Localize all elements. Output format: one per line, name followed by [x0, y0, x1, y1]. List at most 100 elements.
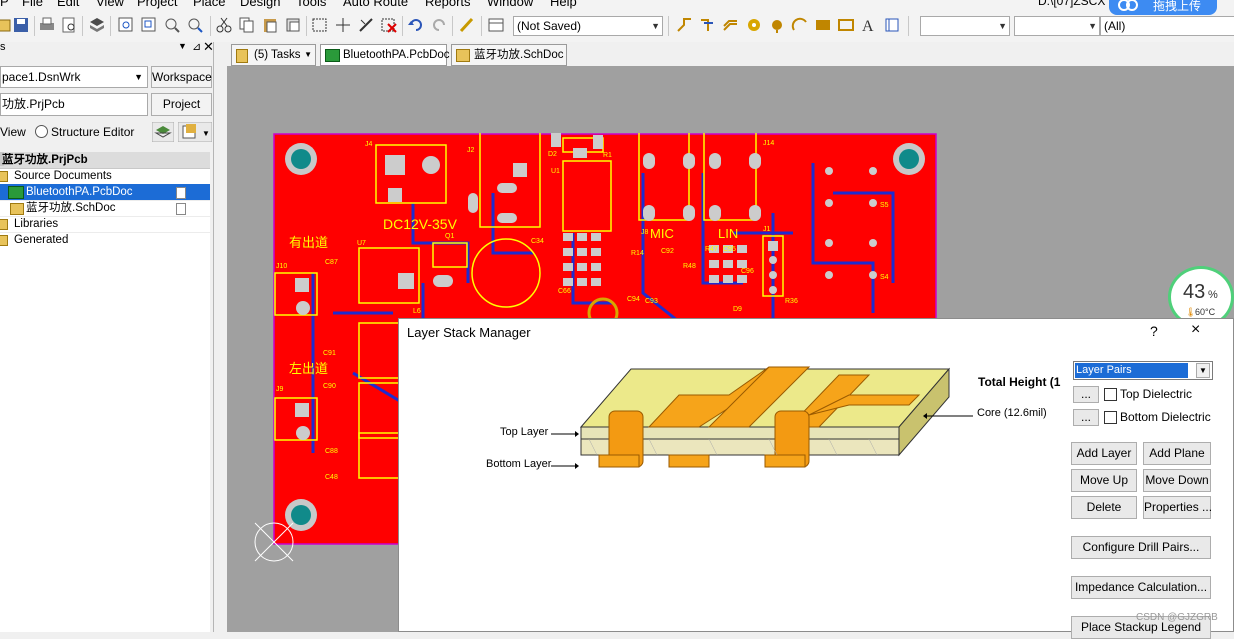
pcb-label: D9: [733, 306, 742, 313]
menu-item-window[interactable]: Window: [487, 0, 533, 9]
polygon-pour-icon[interactable]: [837, 16, 855, 34]
panel-title: s: [0, 41, 6, 53]
all-filter-value: (All): [1104, 19, 1126, 33]
menu-item-p[interactable]: P: [0, 0, 9, 9]
configure-drill-pairs-button[interactable]: Configure Drill Pairs...: [1071, 536, 1211, 559]
print-icon[interactable]: [38, 16, 56, 34]
copy-icon[interactable]: [238, 16, 256, 34]
menu-item-auto-route[interactable]: Auto Route: [343, 0, 408, 9]
workspace-button[interactable]: Workspace: [151, 66, 212, 88]
tab-tasks[interactable]: (5) Tasks ▼: [231, 44, 316, 66]
arrow-left-icon: [923, 413, 973, 419]
path-fragment: D:\[07]ZSCX: [1038, 0, 1106, 8]
close-icon[interactable]: ✕: [203, 39, 214, 55]
menu-item-place[interactable]: Place: [193, 0, 226, 9]
save-state-select[interactable]: (Not Saved) ▼: [513, 16, 663, 36]
undo-icon[interactable]: [407, 16, 425, 34]
cross-probe-icon[interactable]: [458, 16, 476, 34]
top-layer-label: Top Layer: [500, 426, 549, 438]
open-icon[interactable]: [0, 16, 12, 34]
folder-icon: [0, 219, 8, 230]
pcb-label: R1: [603, 152, 612, 159]
menu-item-help[interactable]: Help: [550, 0, 577, 9]
workspace-select[interactable]: pace1.DsnWrk ▼: [0, 66, 148, 88]
delete-button[interactable]: Delete: [1071, 496, 1137, 519]
route-multiple-icon[interactable]: [699, 16, 717, 34]
string-icon[interactable]: A: [860, 16, 878, 34]
zoom-filter-icon[interactable]: [186, 16, 204, 34]
structure-radio[interactable]: [35, 125, 48, 138]
tree-item-generated[interactable]: Generated: [0, 232, 210, 249]
bottom-dielectric-dots-button[interactable]: ...: [1073, 409, 1099, 426]
save-icon[interactable]: [12, 16, 30, 34]
pcb-label: S4: [880, 274, 889, 281]
tree-item-source-documents[interactable]: Source Documents: [0, 168, 210, 185]
layer-filter-select[interactable]: ▼: [920, 16, 1010, 36]
move-down-button[interactable]: Move Down: [1143, 469, 1211, 492]
pcb-label: R14: [631, 250, 644, 257]
panel-menu-chevron-icon[interactable]: ▼: [178, 41, 187, 51]
print-preview-icon[interactable]: [60, 16, 78, 34]
tree-item-libraries[interactable]: Libraries: [0, 216, 210, 233]
impedance-calculation-button[interactable]: Impedance Calculation...: [1071, 576, 1211, 599]
close-icon[interactable]: ×: [1191, 321, 1200, 339]
pcb-label: C66: [558, 288, 571, 295]
project-field[interactable]: 功放.PrjPcb: [0, 93, 148, 116]
pcb-label: J2: [467, 147, 475, 154]
differential-pair-icon[interactable]: [722, 16, 740, 34]
bottom-dielectric-checkbox[interactable]: [1104, 411, 1117, 424]
tab-sch-doc[interactable]: 蓝牙功放.SchDoc: [451, 44, 567, 66]
rubber-stamp-icon[interactable]: [284, 16, 302, 34]
add-layer-button[interactable]: Add Layer: [1071, 442, 1137, 465]
interactive-route-icon[interactable]: [676, 16, 694, 34]
pin-icon[interactable]: ⊿: [192, 40, 201, 53]
help-icon[interactable]: ?: [1150, 323, 1158, 339]
pcb-label: J9: [276, 386, 284, 393]
zoom-area-icon[interactable]: [140, 16, 158, 34]
top-dielectric-dots-button[interactable]: ...: [1073, 386, 1099, 403]
move-icon[interactable]: [334, 16, 352, 34]
fill-icon[interactable]: [814, 16, 832, 34]
structure-editor-label: Structure Editor: [51, 125, 135, 139]
cut-icon[interactable]: [215, 16, 233, 34]
move-selection-icon[interactable]: [357, 16, 375, 34]
origin-marker-icon: [254, 522, 294, 562]
project-button[interactable]: Project: [151, 93, 212, 116]
options-icon[interactable]: ▼: [178, 122, 212, 142]
menu-item-project[interactable]: Project: [137, 0, 177, 9]
pad-icon[interactable]: [745, 16, 763, 34]
browse-icon[interactable]: [487, 16, 505, 34]
menu-item-file[interactable]: File: [22, 0, 43, 9]
3d-layer-icon[interactable]: [88, 16, 106, 34]
component-icon[interactable]: [883, 16, 901, 34]
add-plane-button[interactable]: Add Plane: [1143, 442, 1211, 465]
tree-item-project[interactable]: 蓝牙功放.PrjPcb: [0, 152, 210, 169]
layer-preset-select[interactable]: Layer Pairs ▼: [1073, 361, 1213, 380]
paste-icon[interactable]: [261, 16, 279, 34]
properties-button[interactable]: Properties ...: [1143, 496, 1212, 519]
top-dielectric-checkbox[interactable]: [1104, 388, 1117, 401]
tab-pcb-doc[interactable]: BluetoothPA.PcbDoc: [320, 44, 450, 66]
arc-icon[interactable]: [791, 16, 809, 34]
menu-item-tools[interactable]: Tools: [296, 0, 326, 9]
layers-icon[interactable]: [152, 122, 174, 142]
select-area-icon[interactable]: [311, 16, 329, 34]
file-view-label[interactable]: View: [0, 125, 26, 139]
menu-item-reports[interactable]: Reports: [425, 0, 471, 9]
redo-icon[interactable]: [430, 16, 448, 34]
menu-item-view[interactable]: View: [96, 0, 124, 9]
via-icon[interactable]: [768, 16, 786, 34]
tree-item-pcb-doc[interactable]: BluetoothPA.PcbDoc: [0, 184, 210, 201]
net-filter-select[interactable]: ▼: [1014, 16, 1100, 36]
menu-item-design[interactable]: Design: [240, 0, 280, 9]
deselect-icon[interactable]: [380, 16, 398, 34]
all-filter-select[interactable]: (All): [1100, 16, 1234, 36]
pcb-label: C93: [645, 298, 658, 305]
stackup-illustration: [579, 366, 951, 468]
tree-item-sch-doc[interactable]: 蓝牙功放.SchDoc: [0, 200, 210, 217]
menu-item-edit[interactable]: Edit: [57, 0, 79, 9]
zoom-fit-icon[interactable]: [117, 16, 135, 34]
move-up-button[interactable]: Move Up: [1071, 469, 1137, 492]
upload-widget[interactable]: 拖拽上传: [1109, 0, 1217, 15]
zoom-selected-icon[interactable]: [163, 16, 181, 34]
